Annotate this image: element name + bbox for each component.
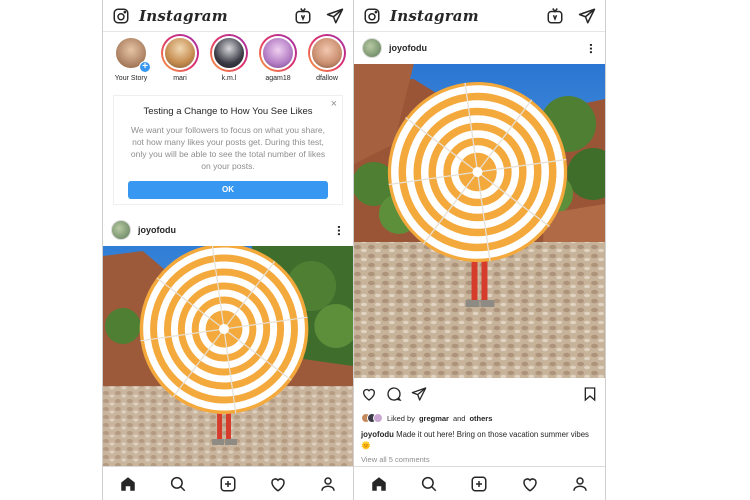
story-name: agam18	[265, 75, 291, 82]
add-post-icon[interactable]	[217, 473, 239, 495]
liked-prefix: Liked by	[387, 413, 415, 423]
camera-icon[interactable]	[111, 6, 131, 26]
igtv-icon[interactable]	[293, 6, 313, 26]
avatar	[261, 36, 295, 70]
story-dfallow[interactable]: dfallow	[305, 34, 349, 92]
story-name: Your Story	[114, 75, 148, 82]
stories-tray: + Your Story mari k.m.l agam18 dfallow	[103, 34, 353, 92]
bottom-tab-bar	[103, 466, 353, 500]
avatar	[212, 36, 246, 70]
profile-icon[interactable]	[317, 473, 339, 495]
add-story-icon[interactable]: +	[139, 61, 151, 73]
search-icon[interactable]	[167, 473, 189, 495]
story-name: mari	[173, 75, 187, 82]
home-icon[interactable]	[117, 473, 139, 495]
post-photo[interactable]	[103, 246, 353, 466]
story-ring	[161, 34, 199, 72]
story-kml[interactable]: k.m.l	[207, 34, 251, 92]
phone-screen-right: Instagram joyofodu ⋯ Liked by gregmar an…	[354, 0, 606, 500]
more-options-icon[interactable]: ⋯	[584, 43, 597, 53]
post-username[interactable]: joyofodu	[389, 43, 427, 53]
post-actions	[354, 385, 605, 407]
liked-by-line: Liked by gregmar and others	[361, 413, 598, 423]
story-ring	[210, 34, 248, 72]
post-caption: joyofodu Made it out here! Bring on thos…	[361, 429, 595, 451]
notice-body: We want your followers to focus on what …	[130, 125, 326, 171]
igtv-icon[interactable]	[545, 6, 565, 26]
liked-others-link[interactable]: others	[469, 414, 492, 423]
post-header: joyofodu ⋯	[103, 216, 353, 244]
story-name: dfallow	[316, 75, 338, 82]
bookmark-icon[interactable]	[582, 386, 598, 407]
story-ring	[259, 34, 297, 72]
top-bar: Instagram	[354, 0, 605, 32]
liked-user-link[interactable]: gregmar	[419, 414, 449, 423]
like-heart-icon[interactable]	[361, 386, 377, 407]
heart-icon[interactable]	[267, 473, 289, 495]
instagram-logo[interactable]: Instagram	[139, 7, 228, 25]
share-icon[interactable]	[411, 386, 427, 407]
story-mari[interactable]: mari	[158, 34, 202, 92]
camera-icon[interactable]	[362, 6, 382, 26]
profile-icon[interactable]	[569, 473, 591, 495]
comment-icon[interactable]	[386, 386, 402, 407]
top-bar: Instagram	[103, 0, 353, 32]
post-photo[interactable]	[354, 64, 605, 378]
ok-button[interactable]: OK	[128, 181, 328, 199]
avatar[interactable]	[111, 220, 131, 240]
close-icon[interactable]: ×	[331, 98, 337, 110]
direct-message-icon[interactable]	[577, 6, 597, 26]
post-header: joyofodu ⋯	[354, 34, 605, 62]
avatar[interactable]	[362, 38, 382, 58]
story-ring	[308, 34, 346, 72]
story-agam18[interactable]: agam18	[256, 34, 300, 92]
more-options-icon[interactable]: ⋯	[332, 225, 345, 235]
add-post-icon[interactable]	[468, 473, 490, 495]
liked-and: and	[452, 413, 466, 423]
avatar	[373, 413, 383, 423]
liker-avatars	[361, 413, 383, 423]
story-name: k.m.l	[221, 75, 237, 82]
notice-title: Testing a Change to How You See Likes	[143, 106, 313, 117]
avatar	[310, 36, 344, 70]
caption-text: Made it out here! Bring on those vacatio…	[361, 430, 589, 450]
instagram-logo[interactable]: Instagram	[390, 7, 479, 25]
likes-test-notice: × Testing a Change to How You See Likes …	[113, 95, 343, 205]
bottom-tab-bar	[354, 466, 605, 500]
story-your-story[interactable]: + Your Story	[109, 34, 153, 92]
caption-username[interactable]: joyofodu	[361, 430, 394, 439]
search-icon[interactable]	[418, 473, 440, 495]
direct-message-icon[interactable]	[325, 6, 345, 26]
phone-screen-left: Instagram + Your Story mari k.m.l agam18…	[102, 0, 354, 500]
home-icon[interactable]	[368, 473, 390, 495]
heart-icon[interactable]	[519, 473, 541, 495]
post-username[interactable]: joyofodu	[138, 225, 176, 235]
story-ring: +	[112, 34, 151, 73]
avatar	[163, 36, 197, 70]
view-all-comments-link[interactable]: View all 5 comments	[361, 455, 430, 464]
